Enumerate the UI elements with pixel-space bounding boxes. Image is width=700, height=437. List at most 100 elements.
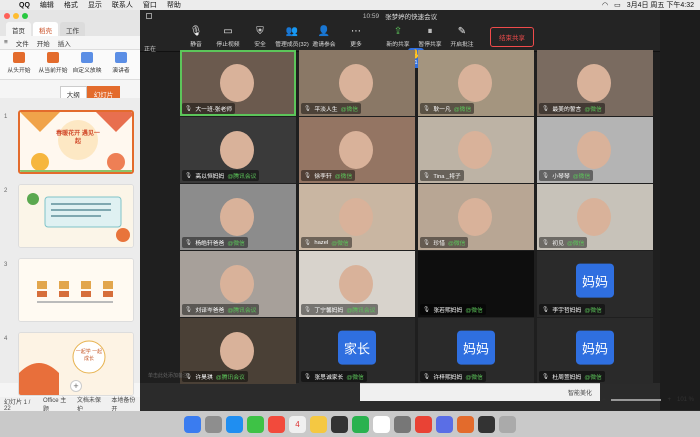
calendar-icon[interactable]: 4: [289, 415, 306, 433]
mic-icon: 🎙: [542, 172, 550, 179]
weibo-icon[interactable]: [373, 415, 390, 433]
participant-source: @微信: [584, 375, 602, 381]
notes-icon[interactable]: [310, 415, 327, 433]
finder-icon[interactable]: [184, 415, 201, 433]
close-icon[interactable]: [4, 13, 10, 19]
menu-insert[interactable]: 插入: [58, 38, 71, 48]
security-button[interactable]: ⛨ 安全: [244, 26, 276, 48]
menu-window[interactable]: 窗口: [138, 0, 162, 10]
notes-placeholder[interactable]: 单击此处添加备注: [148, 372, 188, 379]
participant-tile[interactable]: 🎙 高以恒妈妈 @腾讯会议: [180, 117, 296, 183]
photos-icon[interactable]: [268, 415, 285, 433]
participant-tile[interactable]: 🎙 小琴琴 @微信: [537, 117, 653, 183]
participant-label: 🎙 张思诚家长 @微信: [301, 371, 367, 382]
beautify-button[interactable]: 智能美化: [568, 388, 592, 397]
minimize-icon[interactable]: [13, 13, 19, 19]
add-slide-button[interactable]: +: [70, 380, 82, 392]
settings-icon[interactable]: [394, 415, 411, 433]
slide-thumbnail-panel[interactable]: 1 春暖花开 遇见一起 2 3 4 一起学 一起成长 +: [0, 98, 140, 396]
participant-tile[interactable]: 🎙 杨皓轩爸爸 @微信: [180, 184, 296, 250]
participant-video: [339, 131, 373, 169]
participant-tile[interactable]: 🎙 hazel @微信: [299, 184, 415, 250]
participant-name: 最美的誓言: [552, 107, 582, 113]
zoom-in-icon[interactable]: +: [667, 397, 671, 403]
participant-tile[interactable]: 🎙 大一班-张老师: [180, 50, 296, 116]
custom-show-button[interactable]: 自定义放映: [71, 52, 103, 77]
launchpad-icon[interactable]: [205, 415, 222, 433]
menu-app-name[interactable]: QQ: [14, 2, 35, 9]
grid-view-icon[interactable]: [146, 13, 152, 19]
menu-icon[interactable]: ≡: [4, 39, 8, 46]
participant-tile[interactable]: 妈妈 🎙 许梓熙妈妈 @微信: [418, 318, 534, 384]
new-share-button[interactable]: ⇪ 新的共享: [382, 26, 414, 48]
more-button[interactable]: ⋯ 更多: [340, 26, 372, 48]
battery-icon[interactable]: ▭: [614, 1, 621, 9]
stop-video-button[interactable]: ▭ 停止视频: [212, 26, 244, 48]
mic-icon: 🎙: [304, 306, 312, 313]
slide-1-title: 春暖花开 遇见一起: [56, 131, 100, 145]
presenter-button[interactable]: 演讲者: [105, 52, 137, 77]
slide-3-art: [19, 259, 133, 321]
participant-tile[interactable]: 🎙 丁宁馨妈妈 @腾讯会议: [299, 251, 415, 317]
annotate-button[interactable]: ✎ 开启批注: [446, 26, 478, 48]
slide-thumbnail-2[interactable]: [18, 184, 134, 248]
slide-thumbnail-1[interactable]: 春暖花开 遇见一起: [18, 110, 134, 174]
participant-tile[interactable]: 🎙 徐李轩 @微信: [299, 117, 415, 183]
wechat-icon[interactable]: [352, 415, 369, 433]
messages-icon[interactable]: [247, 415, 264, 433]
menu-contacts[interactable]: 联系人: [107, 0, 138, 10]
trash-icon[interactable]: [499, 415, 516, 433]
wifi-icon[interactable]: ◠: [602, 1, 608, 9]
zoom-slider[interactable]: [611, 399, 662, 401]
participant-tile[interactable]: 🎙 珍惜 @微信: [418, 184, 534, 250]
participant-tile[interactable]: 🎙 平淡人生 @微信: [299, 50, 415, 116]
menu-file[interactable]: 文件: [16, 38, 29, 48]
play-from-current-button[interactable]: 从当前开始: [37, 52, 69, 77]
wps-icon[interactable]: [457, 415, 474, 433]
participant-label: 🎙 许梓熙妈妈 @微信: [420, 371, 486, 382]
tencent-meeting-icon[interactable]: [436, 415, 453, 433]
participant-tile[interactable]: 妈妈 🎙 杜周萱妈妈 @微信: [537, 318, 653, 384]
invite-button[interactable]: 👤 邀请参会: [308, 26, 340, 48]
participant-tile[interactable]: 🎙 初见 @微信: [537, 184, 653, 250]
end-share-button[interactable]: 结束共享: [490, 26, 534, 47]
qq-icon[interactable]: [331, 415, 348, 433]
zoom-level[interactable]: 101 %: [677, 397, 694, 403]
terminal-icon[interactable]: [478, 415, 495, 433]
participant-label: 🎙 珍惜 @微信: [420, 237, 469, 248]
participant-tile[interactable]: 🎙 许昊琪 @腾讯会议: [180, 318, 296, 384]
side-tab[interactable]: 正在: [140, 40, 180, 57]
slide-thumbnail-3[interactable]: [18, 258, 134, 322]
participant-tile[interactable]: 家长 🎙 张思诚家长 @微信: [299, 318, 415, 384]
participant-tile[interactable]: 🎙 张若熙妈妈 @微信: [418, 251, 534, 317]
tab-home[interactable]: 首页: [6, 22, 31, 36]
menu-start[interactable]: 开始: [37, 38, 50, 48]
participant-tile[interactable]: 🎙 刘译岑爸爸 @腾讯会议: [180, 251, 296, 317]
tab-work[interactable]: 工作: [60, 22, 85, 36]
macos-menubar: QQ 编辑 格式 显示 联系人 窗口 帮助 ◠ ▭ 3月4日 周五 下午4:32: [0, 0, 700, 10]
zoom-out-icon[interactable]: −: [602, 397, 606, 403]
participant-tile[interactable]: 妈妈 🎙 李宇哲妈妈 @微信: [537, 251, 653, 317]
participant-name: hazel: [314, 239, 329, 246]
menubar-clock[interactable]: 3月4日 周五 下午4:32: [627, 0, 694, 10]
maximize-icon[interactable]: [22, 13, 28, 19]
pause-share-button[interactable]: ⏸ 暂停共享: [414, 26, 446, 48]
participant-tile[interactable]: 🎙 耿一凡 @微信: [418, 50, 534, 116]
meeting-window: 10:59 张梦婷的快速会议 🎙 静音 ▭ 停止视频 ⛨ 安全 👥 管理成员(32) 👤…: [140, 10, 660, 384]
mute-button[interactable]: 🎙 静音: [180, 26, 212, 48]
menu-view[interactable]: 显示: [83, 0, 107, 10]
menu-format[interactable]: 格式: [59, 0, 83, 10]
participant-tile[interactable]: 🎙 Tina _将子: [418, 117, 534, 183]
music-icon[interactable]: [415, 415, 432, 433]
participant-tile[interactable]: 🎙 最美的誓言 @微信: [537, 50, 653, 116]
play-from-start-button[interactable]: 从头开始: [3, 52, 35, 77]
manage-participants-button[interactable]: 👥 管理成员(32): [275, 26, 309, 48]
menu-help[interactable]: 帮助: [162, 0, 186, 10]
meeting-toolbar: 🎙 静音 ▭ 停止视频 ⛨ 安全 👥 管理成员(32) 👤 邀请参会 ⋯ 更多 ⇪ 新的共享 …: [140, 22, 660, 52]
slide-counter: 幻灯片 1 / 22: [4, 399, 31, 412]
mic-icon: 🎙: [423, 172, 431, 179]
safari-icon[interactable]: [226, 415, 243, 433]
participant-source: @腾讯会议: [215, 375, 245, 381]
menu-edit[interactable]: 编辑: [35, 0, 59, 10]
tab-docer[interactable]: 稻壳: [33, 22, 58, 36]
